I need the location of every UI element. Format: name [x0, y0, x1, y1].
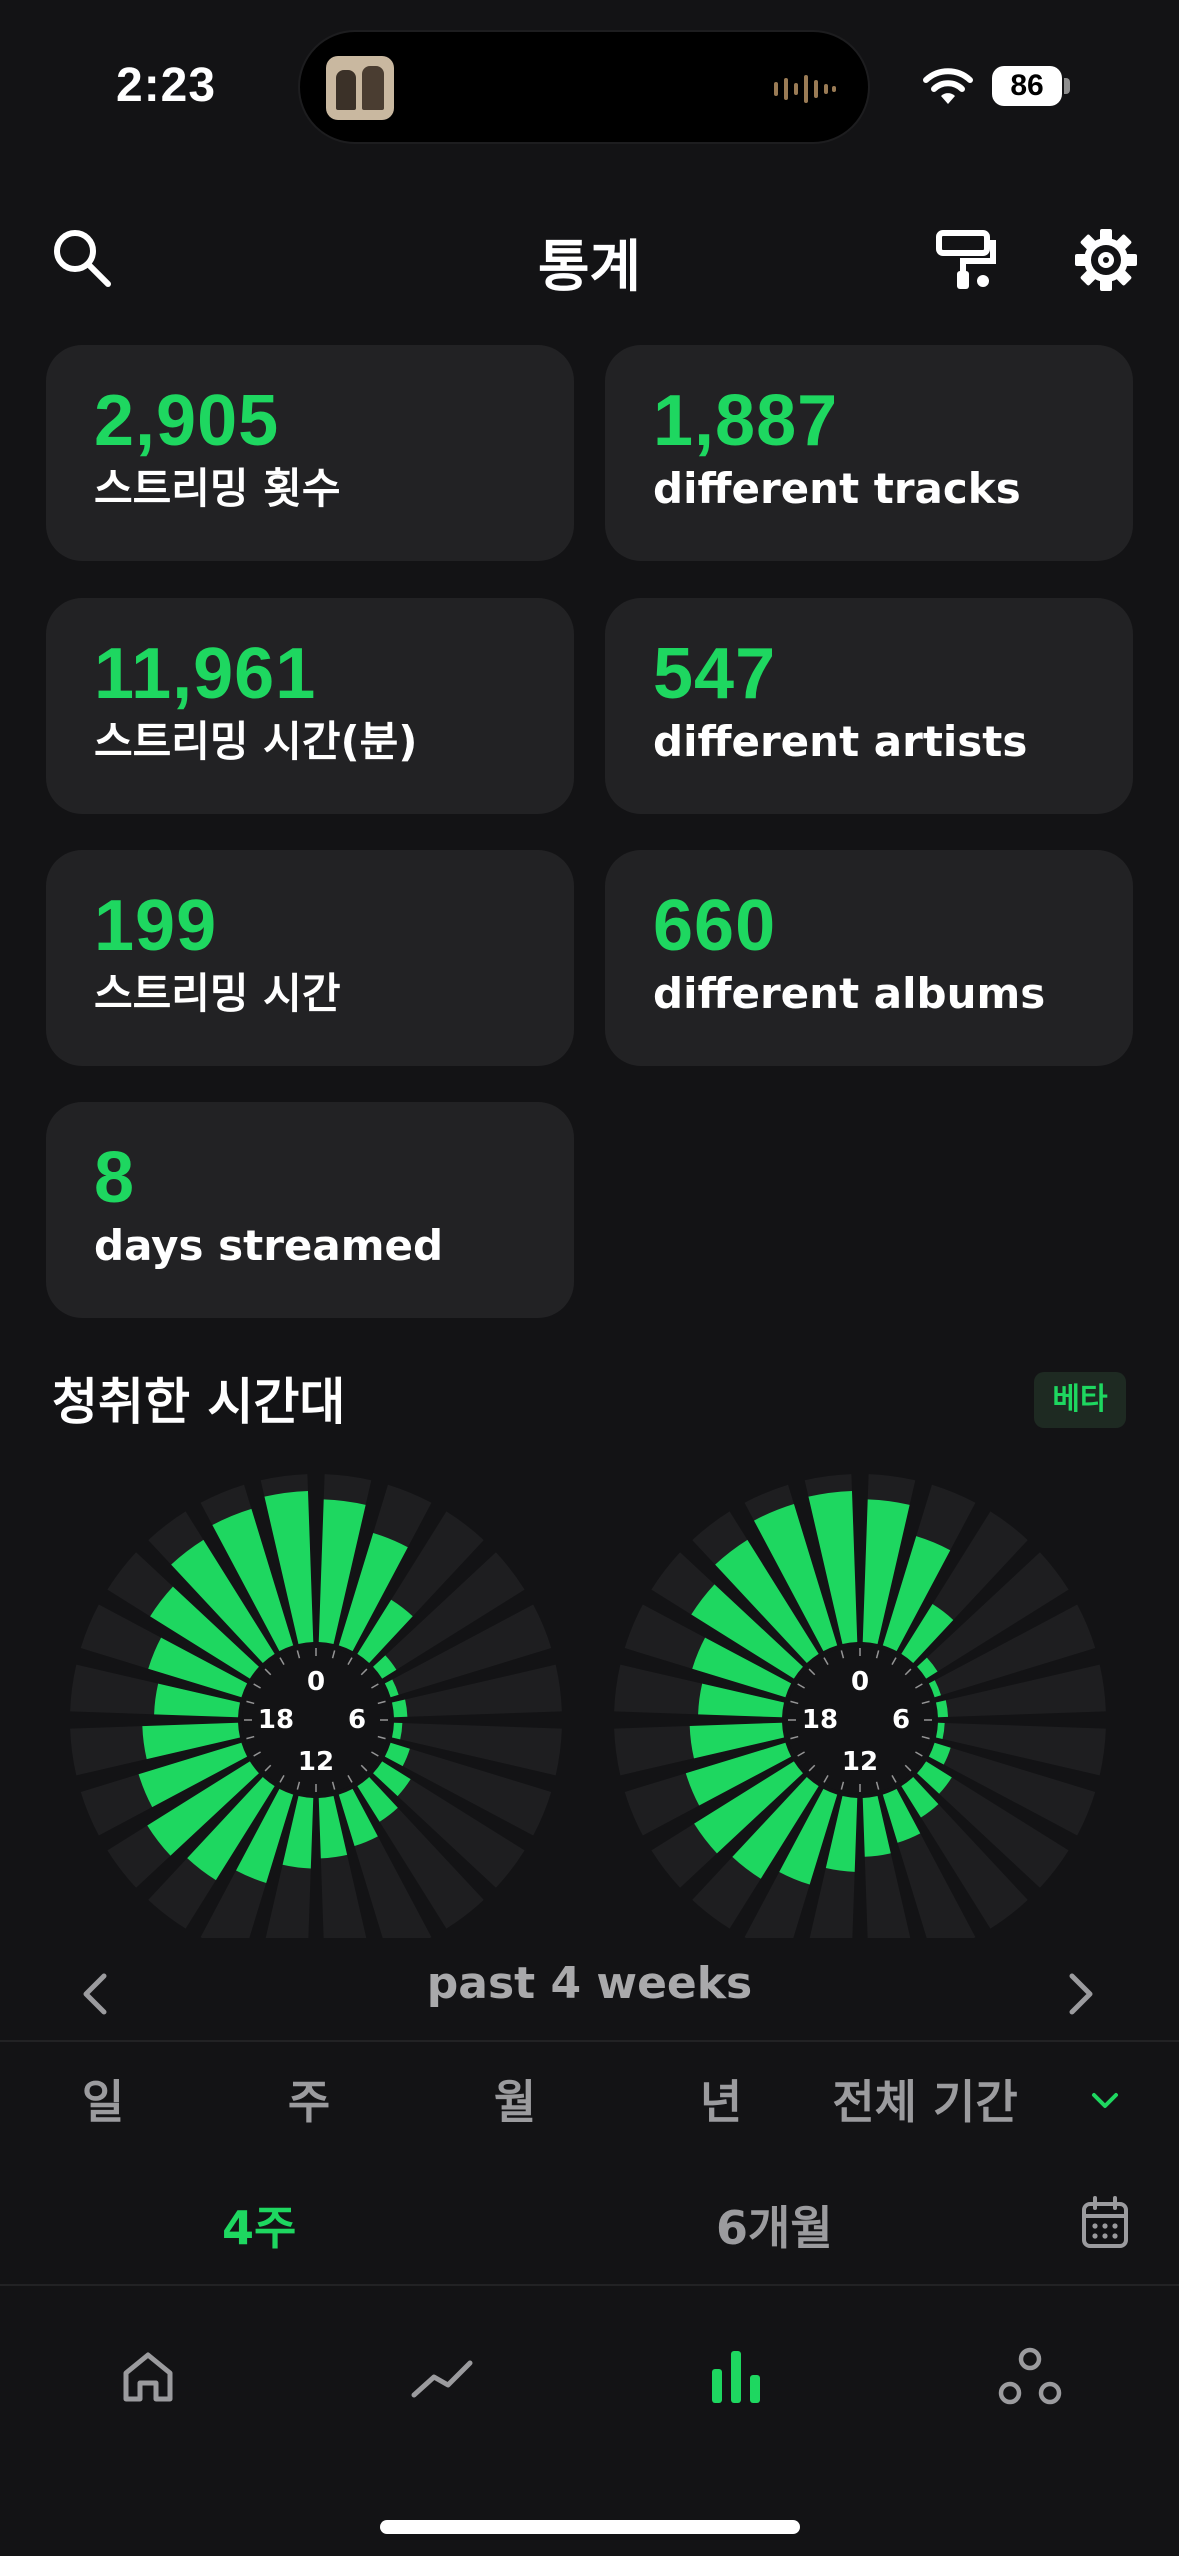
- stat-value: 547: [653, 634, 777, 714]
- clock-label-left: 18: [258, 1705, 294, 1735]
- tab-6-months[interactable]: 6개월: [716, 2192, 833, 2258]
- tab-year[interactable]: 년: [618, 2066, 824, 2132]
- nav-community[interactable]: [970, 2330, 1090, 2424]
- tab-4-weeks[interactable]: 4주: [222, 2192, 296, 2258]
- battery-tip: [1064, 78, 1070, 94]
- nav-home[interactable]: [88, 2330, 208, 2424]
- chevron-down-icon[interactable]: [1080, 2076, 1130, 2126]
- battery-indicator: 86: [992, 66, 1062, 106]
- divider: [0, 2284, 1179, 2286]
- clock-label-top: 0: [851, 1667, 869, 1697]
- beta-badge: 베타: [1034, 1372, 1126, 1428]
- stats-icon: [712, 2351, 760, 2403]
- stat-card-different-artists[interactable]: 547 different artists: [605, 598, 1133, 814]
- stat-value: 2,905: [94, 381, 280, 461]
- clock-label-top: 0: [307, 1667, 325, 1697]
- tab-all-time[interactable]: 전체 기간: [822, 2066, 1028, 2132]
- clock-label-left: 18: [802, 1705, 838, 1735]
- nav-stats[interactable]: [676, 2330, 796, 2424]
- home-indicator: [380, 2520, 800, 2534]
- stat-card-days-streamed[interactable]: 8 days streamed: [46, 1102, 574, 1318]
- stat-value: 1,887: [653, 381, 839, 461]
- stat-card-different-albums[interactable]: 660 different albums: [605, 850, 1133, 1066]
- hourly-clock-chart-2: 06 1218: [614, 1474, 1106, 1938]
- community-icon: [998, 2347, 1062, 2405]
- stat-value: 660: [653, 886, 777, 966]
- stat-card-stream-count[interactable]: 2,905 스트리밍 횟수: [46, 345, 574, 561]
- stat-label: 스트리밍 횟수: [94, 464, 341, 513]
- gear-icon[interactable]: [1066, 222, 1146, 298]
- divider: [0, 2040, 1179, 2042]
- section-title: 청취한 시간대: [52, 1373, 346, 1431]
- wifi-icon: [923, 68, 973, 104]
- stat-label: 스트리밍 시간(분): [94, 717, 418, 766]
- clock-label-right: 6: [348, 1705, 366, 1735]
- stat-label: days streamed: [94, 1221, 444, 1270]
- hour-bar-5: [392, 1699, 408, 1718]
- stat-value: 11,961: [94, 634, 317, 714]
- tab-week[interactable]: 주: [206, 2066, 412, 2132]
- trend-icon: [411, 2360, 473, 2398]
- audio-waveform-icon: [774, 75, 836, 103]
- stat-label: different tracks: [653, 464, 1021, 513]
- tab-month[interactable]: 월: [412, 2066, 618, 2132]
- dynamic-island[interactable]: [298, 30, 870, 144]
- calendar-icon[interactable]: [1074, 2190, 1136, 2256]
- stat-card-stream-hours[interactable]: 199 스트리밍 시간: [46, 850, 574, 1066]
- home-icon: [123, 2352, 173, 2402]
- hour-bar-5: [936, 1700, 949, 1718]
- stat-label: different albums: [653, 969, 1046, 1018]
- period-label: past 4 weeks: [426, 1958, 753, 2009]
- stat-value: 8: [94, 1138, 136, 1218]
- stat-value: 199: [94, 886, 218, 966]
- chevron-right-icon[interactable]: [1056, 1964, 1106, 2024]
- stat-label: different artists: [653, 717, 1028, 766]
- stat-label: 스트리밍 시간: [94, 969, 341, 1018]
- tab-day[interactable]: 일: [0, 2066, 206, 2132]
- album-art-thumbnail: [326, 56, 394, 120]
- paint-roller-icon[interactable]: [926, 222, 1006, 298]
- status-time: 2:23: [116, 59, 217, 112]
- hourly-clock-chart-1: 06 1218: [70, 1474, 562, 1938]
- clock-label-bottom: 12: [842, 1747, 878, 1777]
- stat-card-stream-minutes[interactable]: 11,961 스트리밍 시간(분): [46, 598, 574, 814]
- clock-label-right: 6: [892, 1705, 910, 1735]
- stat-card-different-tracks[interactable]: 1,887 different tracks: [605, 345, 1133, 561]
- nav-trends[interactable]: [382, 2330, 502, 2424]
- clock-label-bottom: 12: [298, 1747, 334, 1777]
